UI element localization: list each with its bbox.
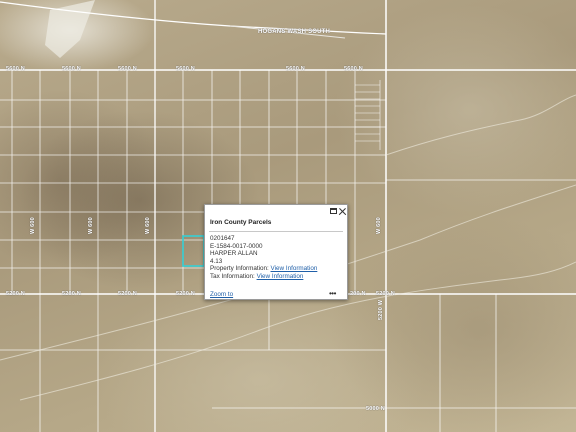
property-info-link[interactable]: View Information bbox=[271, 265, 318, 272]
road-label-5200-f: 5200 N bbox=[376, 291, 395, 297]
road-label-5600-e: 5600 N bbox=[286, 66, 305, 72]
popup-footer: Zoom to ••• bbox=[205, 289, 347, 300]
road-label-200-n: 200 N bbox=[350, 291, 366, 297]
parcel-id: 0201647 bbox=[210, 235, 235, 242]
road-label-5600-b: 5600 N bbox=[62, 66, 81, 72]
popup-body: 0201647 E-1584-0017-0000 HARPER ALLAN 4.… bbox=[210, 235, 344, 281]
account-number: E-1584-0017-0000 bbox=[210, 242, 263, 250]
road-label-5600-c: 5600 N bbox=[118, 66, 137, 72]
road-label-w-b: W 600 bbox=[88, 217, 94, 234]
property-info-row: Property Information: View Information bbox=[210, 265, 344, 273]
property-info-label: Property Information: bbox=[210, 265, 269, 273]
tax-info-label: Tax Information: bbox=[210, 272, 255, 280]
road-label-w-a: W 600 bbox=[30, 217, 36, 234]
road-label-5200-d: 5200 N bbox=[176, 291, 195, 297]
road-label-5600-d: 5600 N bbox=[176, 66, 195, 72]
tax-info-row: Tax Information: View Information bbox=[210, 273, 344, 281]
selected-parcel-outline bbox=[182, 235, 205, 267]
header-divider bbox=[209, 231, 343, 232]
road-label-5000-n: 5000 N bbox=[366, 406, 385, 412]
maximize-button[interactable] bbox=[329, 207, 338, 216]
popup-header: Iron County Parcels bbox=[205, 205, 347, 233]
owner-name: HARPER ALLAN bbox=[210, 250, 258, 258]
road-label-5200-c: 5200 N bbox=[118, 291, 137, 297]
road-label-5200-b: 5200 N bbox=[62, 291, 81, 297]
parcel-info-popup: Iron County Parcels 0201647 E-1584-0017-… bbox=[204, 204, 348, 300]
more-options-button[interactable]: ••• bbox=[329, 289, 336, 298]
popup-title: Iron County Parcels bbox=[210, 219, 272, 226]
acreage: 4.13 bbox=[210, 257, 223, 265]
small-lots bbox=[355, 80, 381, 150]
tax-info-link[interactable]: View Information bbox=[257, 273, 304, 280]
road-label-w-d: W 600 bbox=[376, 217, 382, 234]
maximize-icon bbox=[330, 208, 337, 214]
road-label-w-c: W 600 bbox=[145, 217, 151, 234]
road-label-5200-a: 5200 N bbox=[6, 291, 25, 297]
zoom-to-link[interactable]: Zoom to bbox=[210, 291, 233, 298]
road-label-hogans-wash: HOGANS WASH SOUTH bbox=[258, 29, 331, 35]
road-label-5200-w: 5200 W bbox=[378, 299, 384, 320]
road-label-5600-f: 5600 N bbox=[344, 66, 363, 72]
road-label-5600-a: 5600 N bbox=[6, 66, 25, 72]
close-button[interactable] bbox=[338, 207, 347, 216]
